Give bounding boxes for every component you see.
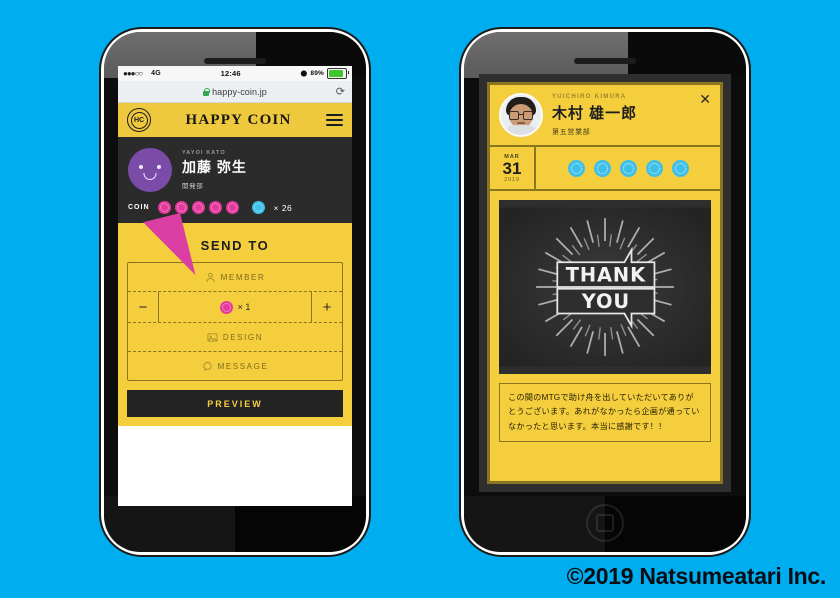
user-profile-section: YAYOI KATO 加藤 弥生 開発部 COIN × 26 xyxy=(118,137,352,223)
battery-icon xyxy=(327,68,349,79)
person-icon xyxy=(206,272,215,282)
pink-coin-icon xyxy=(225,201,239,214)
signal-dots-icon: ●●●○○ xyxy=(123,69,143,78)
glasses-icon xyxy=(509,111,533,120)
preview-button[interactable]: PREVIEW xyxy=(127,390,343,417)
you-text: YOU xyxy=(581,290,630,313)
blue-coin-icon xyxy=(645,159,663,177)
message-placeholder: MESSAGE xyxy=(217,361,269,371)
pink-coin-icon xyxy=(208,201,222,214)
phone-device-right: YUICHIRO KIMURA 木村 雄一郎 第五営業部 ✕ MAR 31 20… xyxy=(464,32,746,552)
profile-name-romaji: YAYOI KATO xyxy=(182,150,226,156)
card-image-wrap: THANK YOU xyxy=(490,191,720,383)
card-message: この間のMTGで助け舟を出していただいてありがとうございます。あれがなかったら企… xyxy=(499,383,711,443)
image-icon xyxy=(207,332,218,342)
coin-balance-row: COIN × 26 xyxy=(128,201,342,214)
decrement-button[interactable]: − xyxy=(128,292,159,322)
quantity-value: × 1 xyxy=(237,302,251,312)
pink-coin-icon xyxy=(157,201,171,214)
card-date-row: MAR 31 2019 xyxy=(490,147,720,191)
message-input[interactable]: MESSAGE xyxy=(128,352,342,380)
phone-bottom-bezel xyxy=(464,496,746,552)
card-department: 第五営業部 xyxy=(552,128,591,136)
blue-coin-icon xyxy=(567,159,585,177)
thank-you-card: YUICHIRO KIMURA 木村 雄一郎 第五営業部 ✕ MAR 31 20… xyxy=(487,82,723,484)
card-header: YUICHIRO KIMURA 木村 雄一郎 第五営業部 ✕ xyxy=(490,85,720,147)
profile-name: 加藤 弥生 xyxy=(182,159,247,175)
reload-icon[interactable]: ⟳ xyxy=(336,85,345,98)
status-bar: ●●●○○ 4G 12:46 ⬤ 89% xyxy=(118,66,352,81)
card-name: 木村 雄一郎 xyxy=(552,104,638,122)
app-header: HC HAPPY COIN xyxy=(118,103,352,137)
date-badge: MAR 31 2019 xyxy=(490,147,536,189)
blue-coin-icon xyxy=(671,159,689,177)
thank-you-banner-illustration: THANK YOU xyxy=(499,207,711,367)
phone-top-bezel xyxy=(464,32,746,78)
blue-coin-icon xyxy=(619,159,637,177)
url-label: happy-coin.jp xyxy=(212,86,267,97)
pink-coin-icon xyxy=(219,300,233,314)
phone-device-left: ●●●○○ 4G 12:46 ⬤ 89% happy-coin.jp ⟳ HC xyxy=(104,32,366,552)
avatar xyxy=(499,93,543,137)
received-coins-row xyxy=(536,147,720,189)
date-day: 31 xyxy=(502,158,522,178)
thank-text: THANK xyxy=(566,264,646,287)
network-label: 4G xyxy=(151,70,161,77)
secure-lock-icon xyxy=(203,87,210,96)
pink-coin-icon xyxy=(191,201,205,214)
close-icon[interactable]: ✕ xyxy=(699,92,711,106)
design-input[interactable]: DESIGN xyxy=(128,323,342,352)
design-placeholder: DESIGN xyxy=(222,332,264,342)
brand-logo-glyph: HC xyxy=(130,111,148,129)
phone-screen-left: ●●●○○ 4G 12:46 ⬤ 89% happy-coin.jp ⟳ HC xyxy=(118,66,352,506)
copyright-notice: ©2019 Natsumeatari Inc. xyxy=(566,563,827,589)
quantity-display: × 1 xyxy=(159,292,311,322)
thank-you-image: THANK YOU xyxy=(499,200,711,374)
earpiece-speaker xyxy=(204,58,266,64)
card-name-romaji: YUICHIRO KIMURA xyxy=(552,93,627,100)
browser-address-bar[interactable]: happy-coin.jp ⟳ xyxy=(118,81,352,103)
profile-department: 開発部 xyxy=(182,183,204,190)
poster-stage: ●●●○○ 4G 12:46 ⬤ 89% happy-coin.jp ⟳ HC xyxy=(0,0,840,598)
pink-coin-icon xyxy=(174,201,188,214)
send-form-panel: SEND TO MEMBER − × 1 + DESIGN MESSAGE PR… xyxy=(118,213,352,426)
hamburger-icon[interactable] xyxy=(326,114,343,126)
coin-label: COIN xyxy=(128,204,150,211)
quantity-stepper: − × 1 + xyxy=(128,292,342,323)
home-button[interactable] xyxy=(586,504,624,542)
blue-coin-count: × 26 xyxy=(273,202,293,213)
date-year: 2019 xyxy=(504,176,520,183)
battery-percent-label: 89% xyxy=(310,70,324,77)
brand-logo-icon[interactable]: HC xyxy=(127,108,151,132)
blue-coin-icon xyxy=(593,159,611,177)
url-text-group: happy-coin.jp xyxy=(203,87,267,97)
increment-button[interactable]: + xyxy=(311,292,342,322)
brand-title: HAPPY COIN xyxy=(185,111,292,128)
phone-screen-right: YUICHIRO KIMURA 木村 雄一郎 第五営業部 ✕ MAR 31 20… xyxy=(479,74,731,492)
chat-icon xyxy=(202,361,212,371)
avatar[interactable] xyxy=(128,148,172,192)
member-placeholder: MEMBER xyxy=(220,272,266,282)
earpiece-speaker xyxy=(574,58,636,64)
blue-coin-icon xyxy=(251,201,265,214)
clock-label: 12:46 xyxy=(220,69,241,78)
lock-icon: ⬤ xyxy=(300,71,308,77)
